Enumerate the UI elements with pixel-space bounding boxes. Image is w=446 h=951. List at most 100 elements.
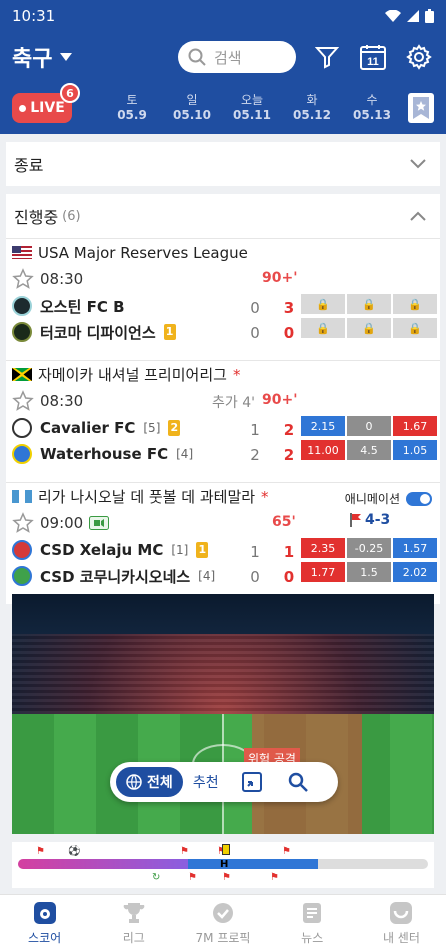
- lock-icon: 🔒: [301, 294, 345, 314]
- away-half-score: 0: [250, 324, 260, 342]
- lock-icon: 🔒: [393, 294, 437, 314]
- away-team: CSD 코무니카시오네스 [4]: [12, 564, 215, 588]
- league-header[interactable]: 자메이카 내셔널 프리미어리그 *: [6, 360, 440, 388]
- recommend-button[interactable]: 추천: [183, 772, 229, 792]
- favorite-star-icon[interactable]: [12, 268, 34, 290]
- corner-flag-icon: ⚑: [222, 872, 231, 883]
- lock-icon: 🔒: [393, 318, 437, 338]
- team-logo: [12, 444, 32, 464]
- match-time: 08:30: [40, 392, 84, 410]
- favorites-button[interactable]: [408, 93, 434, 123]
- finished-section[interactable]: 종료: [6, 142, 440, 186]
- tab-league[interactable]: 리그: [89, 895, 178, 951]
- date-tab[interactable]: 수 05.13: [342, 93, 402, 123]
- match-row[interactable]: 09:00 65' 4-3 CSD Xelaju MC [1] 1 CSD 코무…: [6, 510, 440, 604]
- corner-flag-icon: ⚑: [180, 846, 189, 857]
- corner-flag-icon: ⚑: [282, 846, 291, 857]
- globe-icon: [126, 774, 142, 790]
- date-tab-date: 05.12: [293, 108, 331, 122]
- date-tab[interactable]: 화 05.12: [282, 93, 342, 123]
- match-minute: 65': [272, 514, 296, 530]
- timeline-fill-away: [188, 859, 318, 869]
- odds-row-home: 🔒 🔒 🔒: [301, 294, 437, 314]
- score-icon: [33, 901, 56, 924]
- tab-label: 뉴스: [301, 930, 324, 945]
- odds-cell[interactable]: 1.57: [393, 538, 437, 558]
- odds-cell[interactable]: 1.77: [301, 562, 345, 582]
- animation-toggle[interactable]: 애니메이션: [345, 490, 432, 507]
- home-team: Cavalier FC [5] 2: [12, 416, 181, 440]
- odds-cell[interactable]: 1.05: [393, 440, 437, 460]
- away-half-score: 0: [250, 568, 260, 586]
- page-title: 축구: [12, 47, 53, 72]
- team-rank: [1]: [171, 543, 189, 557]
- search-box[interactable]: 검색: [178, 41, 296, 73]
- odds-cell[interactable]: 2.35: [301, 538, 345, 558]
- filter-button[interactable]: [312, 42, 342, 72]
- team-rank: [4]: [176, 447, 194, 461]
- odds-cell[interactable]: -0.25: [347, 538, 391, 558]
- yellow-card-count: 1: [196, 542, 209, 558]
- toggle-switch[interactable]: [406, 491, 432, 506]
- svg-text:11: 11: [367, 56, 379, 68]
- match-timeline: ⚑ ⚽ ⚑ ⚑ H ⚑ ↻ ⚑ ⚑ ⚑: [12, 842, 434, 888]
- calendar-button[interactable]: 11: [358, 42, 388, 72]
- usa-flag-icon: [12, 246, 32, 259]
- status-icons: [385, 9, 434, 23]
- date-tab[interactable]: 일 05.10: [162, 93, 222, 123]
- bottom-tab-bar: 스코어 리그 7M 프로픽 뉴스 내 센터: [0, 894, 446, 951]
- tab-7m-pick[interactable]: 7M 프로픽: [178, 895, 267, 951]
- match-minute: 90+': [262, 270, 298, 286]
- settings-button[interactable]: [404, 42, 434, 72]
- section-header[interactable]: 종료: [6, 142, 440, 186]
- lock-icon: 🔒: [347, 318, 391, 338]
- tab-score[interactable]: 스코어: [0, 895, 89, 951]
- sport-selector[interactable]: 축구: [12, 41, 73, 73]
- gear-icon: [406, 44, 432, 70]
- tab-news[interactable]: 뉴스: [268, 895, 357, 951]
- match-row[interactable]: 08:30 90+' 오스틴 FC B 터코마 디파이언스 1 0 3 0 0 …: [6, 266, 440, 360]
- tab-my-center[interactable]: 내 센터: [357, 895, 446, 951]
- trophy-icon: [123, 902, 145, 923]
- date-tab-date: 05.10: [173, 108, 211, 122]
- date-tab-today[interactable]: 오늘 05.11: [222, 93, 282, 123]
- home-half-score: 0: [250, 299, 260, 317]
- fullscreen-button[interactable]: [229, 772, 275, 792]
- video-icon: [89, 516, 110, 530]
- chevron-up-icon: [410, 211, 426, 221]
- chevron-down-icon: [410, 159, 426, 169]
- calendar-icon: 11: [360, 45, 386, 70]
- battery-icon: [425, 9, 434, 23]
- caret-down-icon: [60, 53, 73, 61]
- date-tab-day: 수: [366, 93, 378, 107]
- odds-cell[interactable]: 2.15: [301, 416, 345, 436]
- odds-cell[interactable]: 1.5: [347, 562, 391, 582]
- home-score: 1: [283, 543, 295, 561]
- away-score: 2: [283, 446, 295, 464]
- match-row[interactable]: 08:30 추가 4' 90+' Cavalier FC [5] 2 Water…: [6, 388, 440, 482]
- tab-label: 리그: [122, 930, 145, 945]
- odds-cell[interactable]: 1.67: [393, 416, 437, 436]
- stadium-stands: [12, 634, 434, 714]
- view-all-button[interactable]: 전체: [116, 767, 183, 797]
- zoom-button[interactable]: [275, 772, 321, 792]
- league-header[interactable]: USA Major Reserves League: [6, 238, 440, 266]
- favorite-star-icon[interactable]: [12, 512, 34, 534]
- match-minute: 90+': [262, 392, 298, 408]
- odds-cell[interactable]: 4.5: [347, 440, 391, 460]
- date-tab[interactable]: 토 05.9: [102, 93, 162, 123]
- league-mark: *: [232, 365, 241, 384]
- odds-cell[interactable]: 11.00: [301, 440, 345, 460]
- odds-cell[interactable]: 0: [347, 416, 391, 436]
- favorite-star-icon[interactable]: [12, 390, 34, 412]
- team-name: 터코마 디파이언스: [40, 323, 156, 342]
- tab-label: 스코어: [28, 930, 62, 945]
- odds-cell[interactable]: 2.02: [393, 562, 437, 582]
- added-time: 추가 4': [212, 395, 255, 411]
- live-button[interactable]: LIVE 6: [12, 83, 80, 123]
- lock-icon: 🔒: [301, 318, 345, 338]
- wifi-icon: [385, 10, 401, 22]
- league-header[interactable]: 리가 나시오날 데 풋볼 데 과테말라 * 애니메이션: [6, 482, 440, 510]
- timeline-fill-home: [18, 859, 188, 869]
- section-header[interactable]: 진행중 (6): [6, 194, 440, 238]
